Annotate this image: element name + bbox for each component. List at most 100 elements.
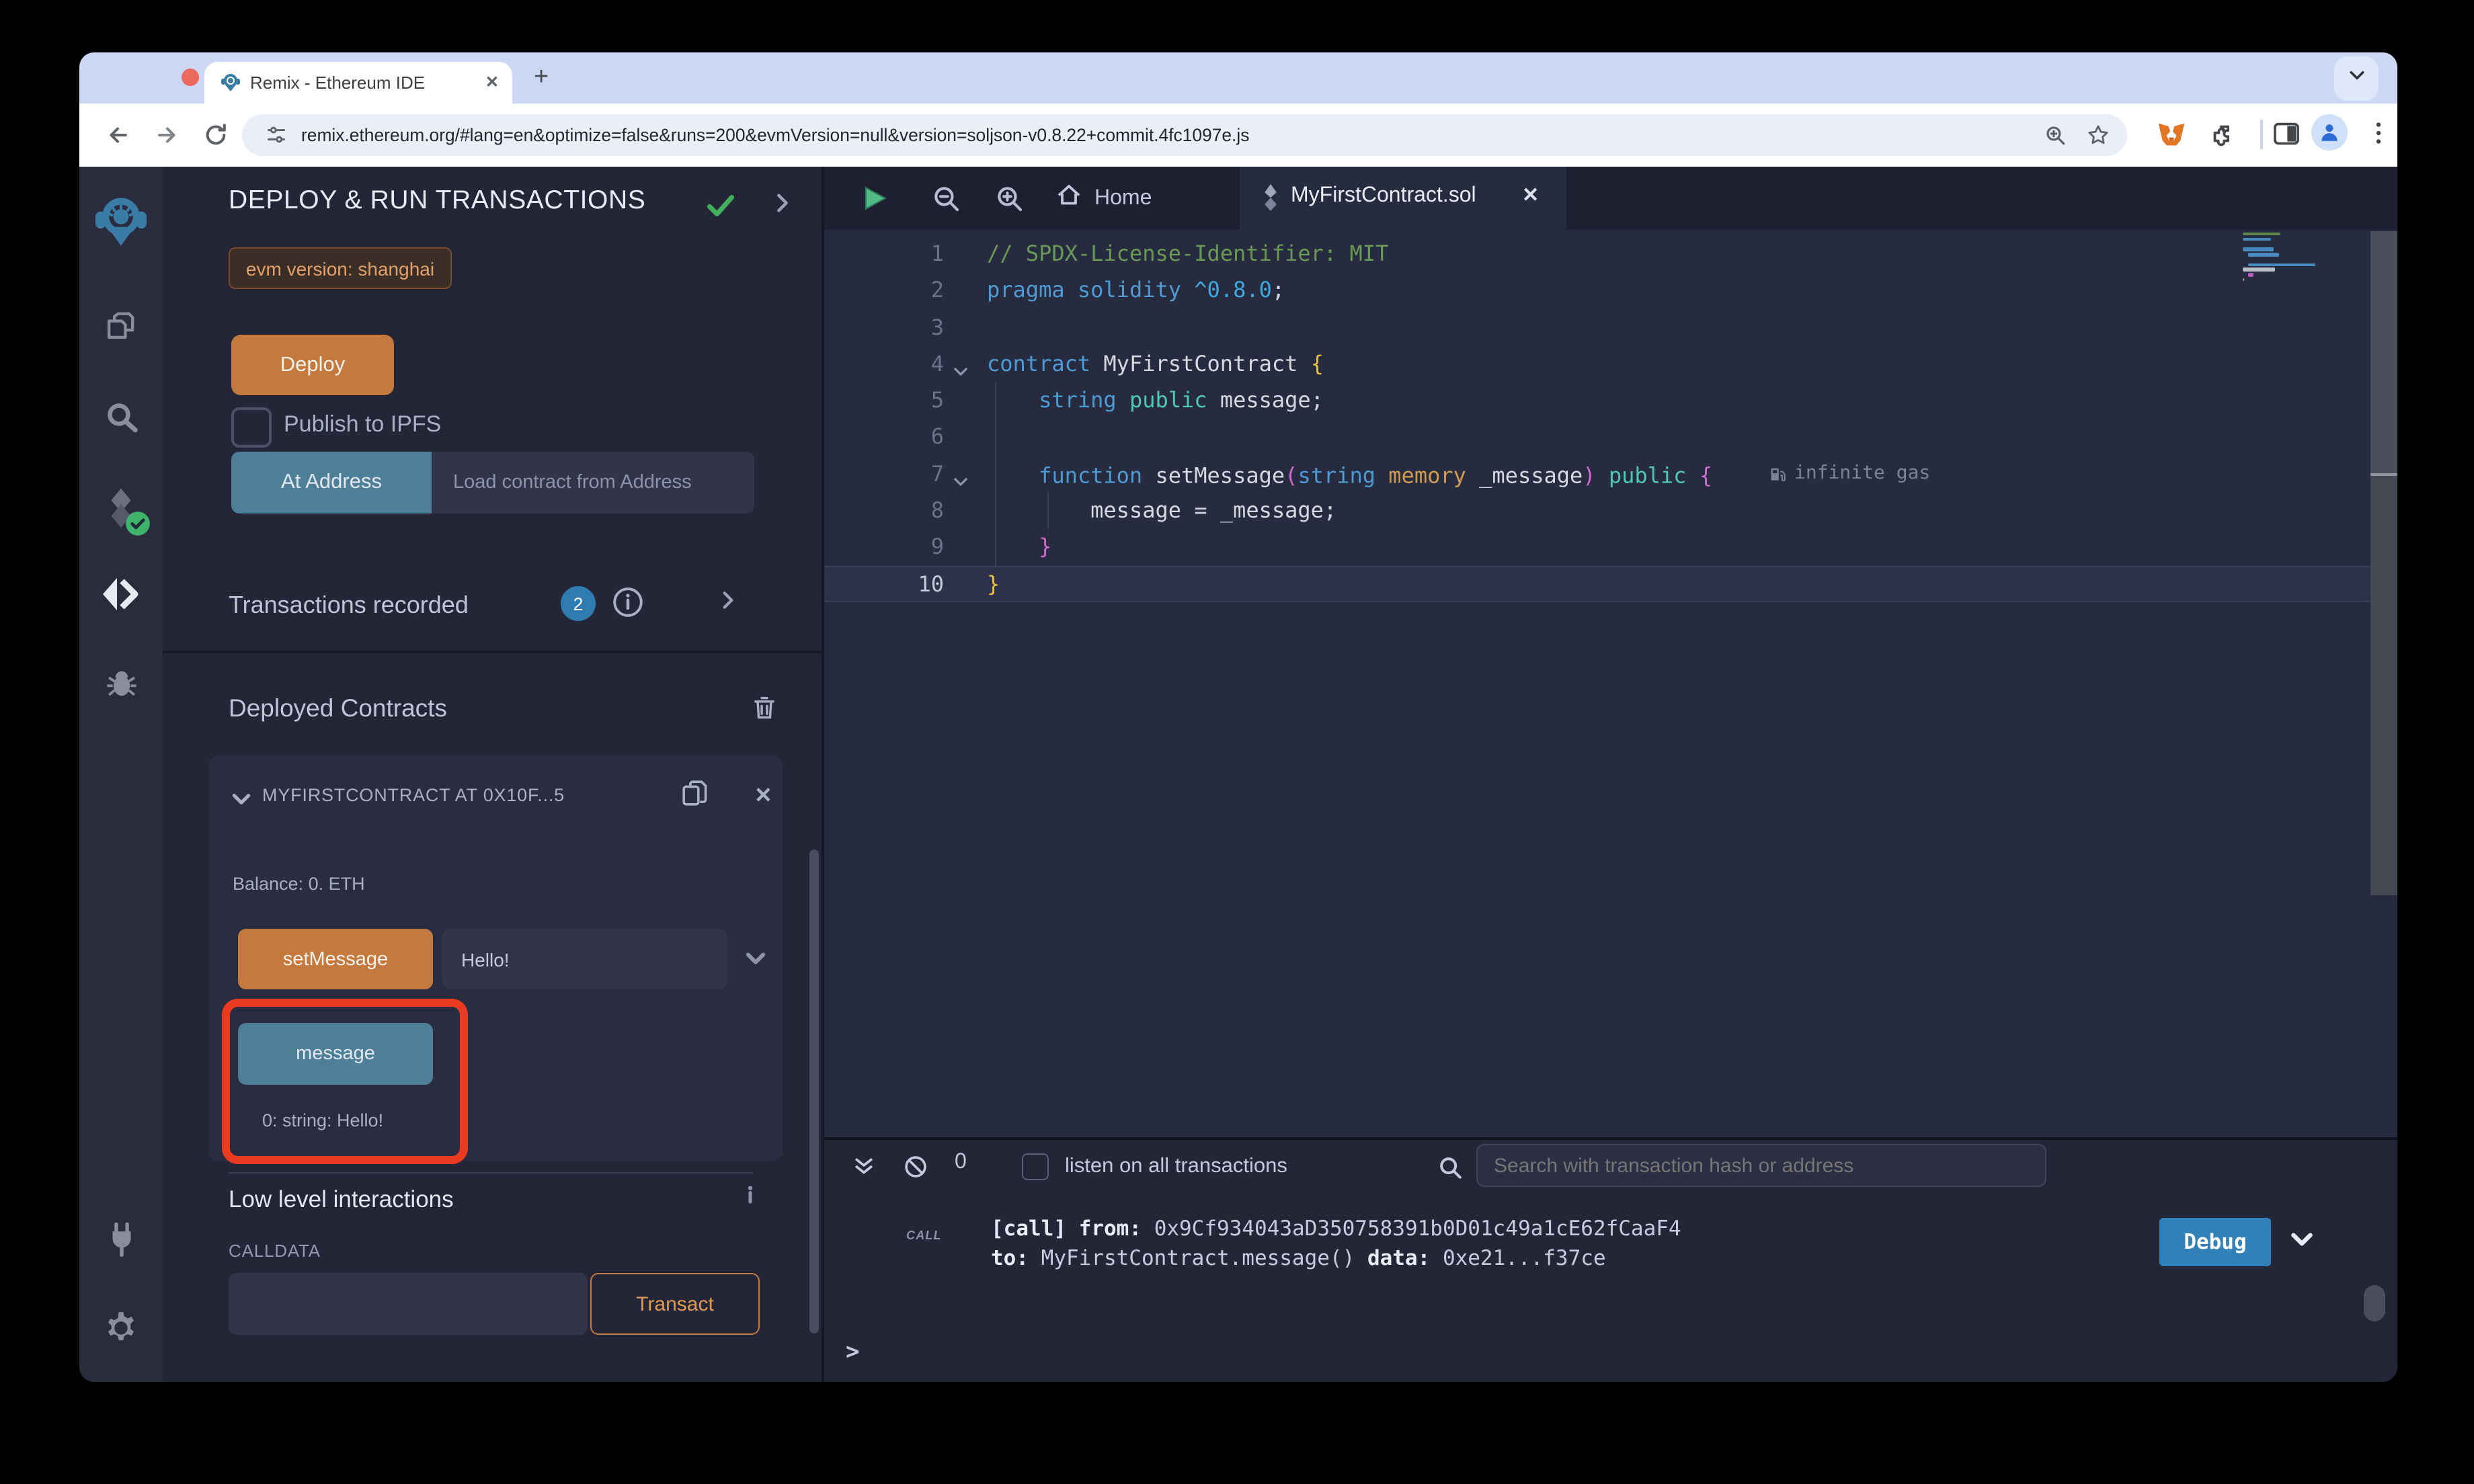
settings-gear-icon[interactable] <box>79 1309 163 1347</box>
panel-scrollbar[interactable] <box>809 850 819 1333</box>
set-message-button[interactable]: setMessage <box>238 929 433 989</box>
terminal-search-input[interactable] <box>1476 1144 2046 1187</box>
metamask-fox-icon[interactable] <box>2157 120 2186 156</box>
reload-icon[interactable] <box>203 122 229 155</box>
code-text: } <box>987 529 1051 566</box>
transact-button[interactable]: Transact <box>590 1273 760 1335</box>
message-button[interactable]: message <box>238 1023 433 1085</box>
zoom-out-icon[interactable] <box>932 184 960 219</box>
forward-icon[interactable] <box>155 122 180 155</box>
new-tab-button[interactable]: + <box>534 63 549 93</box>
expand-terminal-icon[interactable] <box>852 1155 875 1184</box>
code-editor[interactable]: 1 // SPDX-License-Identifier: MIT2pragma … <box>824 230 2397 1137</box>
panel-collapse-chevron-icon[interactable] <box>770 191 795 222</box>
chevron-down-icon <box>2347 66 2366 91</box>
browser-toolbar: remix.ethereum.org/#lang=en&optimize=fal… <box>79 104 2397 167</box>
contract-collapse-chevron-icon[interactable] <box>230 788 253 817</box>
code-text: string public message; <box>987 382 1324 419</box>
zoom-in-icon[interactable] <box>995 184 1023 219</box>
debug-button[interactable]: Debug <box>2159 1218 2271 1266</box>
extensions-puzzle-icon[interactable] <box>2208 120 2236 155</box>
trash-icon[interactable] <box>750 694 779 729</box>
kebab-menu-icon[interactable] <box>2365 120 2392 153</box>
code-line[interactable]: 2pragma solidity ^0.8.0; <box>824 272 2397 309</box>
window-close-button[interactable] <box>182 69 199 86</box>
debugger-icon[interactable] <box>79 664 163 700</box>
log-expand-chevron-icon[interactable] <box>2288 1226 2315 1260</box>
evm-version-badge: evm version: shanghai <box>229 247 452 289</box>
compile-success-check <box>125 511 151 543</box>
listen-all-transactions-label: listen on all transactions <box>1065 1140 1287 1192</box>
deploy-run-icon[interactable] <box>79 575 163 613</box>
line-number: 1 <box>824 235 944 272</box>
line-number: 5 <box>824 382 944 419</box>
code-text: } <box>987 565 1000 602</box>
info-icon[interactable] <box>612 586 644 625</box>
remix-logo[interactable] <box>79 196 163 247</box>
site-settings-icon[interactable] <box>265 124 288 153</box>
terminal-prompt[interactable]: > <box>846 1339 860 1366</box>
bookmark-star-icon[interactable] <box>2087 124 2110 153</box>
tab-close-icon[interactable]: ✕ <box>485 73 499 91</box>
editor-area: Home MyFirstContract.sol ✕ 1 // SPDX-Lice… <box>824 167 2397 1382</box>
code-line[interactable]: 7 function setMessage(string memory _mes… <box>824 456 2397 493</box>
minimap-line <box>2243 278 2244 282</box>
editor-scrollbar[interactable] <box>2370 231 2397 895</box>
at-address-button[interactable]: At Address <box>231 452 432 513</box>
terminal-log[interactable]: [call] from: 0x9Cf934043aD350758391b0D01… <box>991 1214 1681 1273</box>
file-explorer-icon[interactable] <box>79 309 163 345</box>
profile-avatar[interactable] <box>2311 114 2348 151</box>
deploy-button[interactable]: Deploy <box>231 335 394 395</box>
url-bar[interactable]: remix.ethereum.org/#lang=en&optimize=fal… <box>242 114 2127 156</box>
contract-close-icon[interactable]: ✕ <box>754 782 772 809</box>
code-line[interactable]: 5 string public message; <box>824 382 2397 419</box>
publish-ipfs-checkbox[interactable] <box>231 407 272 448</box>
set-message-expand-chevron-icon[interactable] <box>744 946 768 977</box>
search-icon[interactable] <box>79 399 163 436</box>
code-line[interactable]: 8 message = _message; <box>824 492 2397 529</box>
code-line[interactable]: 9 } <box>824 529 2397 566</box>
transactions-count-badge: 2 <box>561 586 596 621</box>
url-text: remix.ethereum.org/#lang=en&optimize=fal… <box>301 125 1249 145</box>
code-line[interactable]: 1 // SPDX-License-Identifier: MIT <box>824 235 2397 272</box>
calldata-input[interactable] <box>229 1273 588 1335</box>
terminal-scrollbar-thumb[interactable] <box>2364 1285 2385 1321</box>
gas-estimate-note: infinite gas <box>1769 456 1930 493</box>
toolbar-divider <box>2260 120 2263 149</box>
home-label: Home <box>1094 186 1152 210</box>
side-panel-icon[interactable] <box>2272 120 2301 155</box>
minimap-line <box>2243 268 2276 272</box>
code-line[interactable]: 10} <box>824 565 2397 602</box>
editor-minimap[interactable] <box>2243 233 2350 284</box>
editor-scrollbar-thumb[interactable] <box>2370 231 2397 473</box>
pending-tx-count: 0 <box>955 1151 967 1175</box>
message-result: 0: string: Hello! <box>262 1110 383 1130</box>
tab-search-button[interactable] <box>2334 56 2379 101</box>
code-line[interactable]: 4contract MyFirstContract { <box>824 345 2397 382</box>
copy-address-icon[interactable] <box>679 777 711 816</box>
editor-scrollbar-track <box>2370 476 2397 895</box>
code-line[interactable]: 6 <box>824 419 2397 456</box>
low-level-info-icon[interactable] <box>738 1183 762 1214</box>
home-icon <box>1055 181 1082 215</box>
transactions-expand-chevron-icon[interactable] <box>717 589 740 618</box>
contract-title[interactable]: MYFIRSTCONTRACT AT 0X10F...5 <box>262 785 666 805</box>
plugin-manager-icon[interactable] <box>79 1221 163 1257</box>
browser-tab[interactable]: Remix - Ethereum IDE ✕ <box>204 62 512 104</box>
zoom-icon[interactable] <box>2044 124 2067 153</box>
file-tab-close-icon[interactable]: ✕ <box>1522 183 1539 207</box>
code-text: // SPDX-License-Identifier: MIT <box>987 235 1388 272</box>
at-address-input[interactable] <box>432 452 754 513</box>
tab-home[interactable]: Home <box>1055 167 1152 230</box>
tab-myfirstcontract[interactable]: MyFirstContract.sol ✕ <box>1240 167 1566 230</box>
screenshot-root: Remix - Ethereum IDE ✕ + remix.ethereum.… <box>0 0 2474 1484</box>
clear-console-icon[interactable] <box>904 1155 928 1186</box>
listen-all-transactions-checkbox[interactable] <box>1022 1153 1049 1180</box>
set-message-input[interactable] <box>442 929 727 989</box>
success-check-icon <box>706 191 735 227</box>
back-icon[interactable] <box>105 122 130 155</box>
run-script-play-icon[interactable] <box>861 184 889 219</box>
deployed-contracts-heading: Deployed Contracts <box>229 694 447 723</box>
code-line[interactable]: 3 <box>824 308 2397 345</box>
remix-favicon-icon <box>221 73 241 99</box>
